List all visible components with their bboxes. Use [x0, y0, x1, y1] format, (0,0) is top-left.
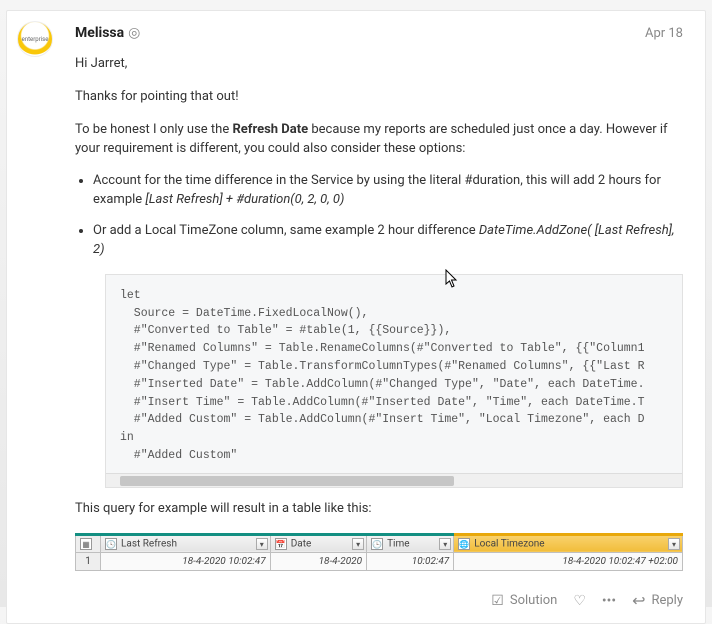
header-label: Date [291, 538, 312, 549]
row-number-cell: 1 [76, 552, 101, 570]
date-icon: 📅 [275, 538, 287, 550]
result-table: ▦ 🕓 Last Refresh ▾ 📅 Date ▾ 🕒 Time ▾ [75, 533, 683, 571]
text: Or add a Local TimeZone column, same exa… [93, 223, 479, 238]
author-name[interactable]: Melissa◎ [75, 25, 140, 41]
solution-button[interactable]: ☑ Solution [491, 593, 557, 608]
time-icon: 🕒 [371, 538, 383, 550]
dropdown-icon[interactable]: ▾ [668, 538, 680, 550]
post-date: Apr 18 [645, 26, 683, 41]
more-button[interactable]: ••• [602, 594, 616, 608]
intro-paragraph: To be honest I only use the Refresh Date… [75, 121, 683, 159]
row-number-header[interactable]: ▦ [76, 534, 101, 552]
column-header-last-refresh[interactable]: 🕓 Last Refresh ▾ [101, 534, 271, 552]
header-label: Time [387, 538, 409, 549]
thanks-line: Thanks for pointing that out! [75, 88, 683, 107]
verified-badge-icon: ◎ [128, 25, 140, 41]
globe-icon: 🌐 [458, 538, 470, 550]
table-icon: ▦ [80, 538, 92, 550]
table-row[interactable]: 1 18-4-2020 10:02:47 18-4-2020 10:02:47 … [76, 552, 683, 570]
action-label: Reply [651, 593, 683, 608]
column-header-local-timezone[interactable]: 🌐 Local Timezone ▾ [454, 534, 683, 552]
scroll-thumb[interactable] [120, 476, 454, 486]
bold-text: Refresh Date [232, 122, 308, 137]
list-item: Account for the time difference in the S… [93, 172, 683, 210]
list-item: Or add a Local TimeZone column, same exa… [93, 222, 683, 260]
text: To be honest I only use the [75, 122, 232, 137]
reply-button[interactable]: ↩ Reply [632, 593, 683, 609]
code-text: let Source = DateTime.FixedLocalNow(), #… [120, 289, 645, 462]
check-icon: ☑ [491, 594, 504, 608]
action-label: Solution [510, 593, 557, 608]
header-label: Last Refresh [121, 538, 177, 549]
reply-icon: ↩ [632, 593, 645, 609]
cell-last-refresh: 18-4-2020 10:02:47 [101, 552, 271, 570]
ellipsis-icon: ••• [602, 594, 616, 608]
post-header: Melissa◎ Apr 18 [75, 25, 683, 41]
table-lead-text: This query for example will result in a … [75, 500, 683, 519]
dropdown-icon[interactable]: ▾ [439, 538, 451, 550]
like-button[interactable]: ♡ [573, 594, 586, 608]
cell-local-timezone: 18-4-2020 10:02:47 +02:00 [454, 552, 683, 570]
column-header-date[interactable]: 📅 Date ▾ [270, 534, 366, 552]
cell-time: 10:02:47 [367, 552, 454, 570]
post-content: Hi Jarret, Thanks for pointing that out!… [75, 55, 683, 609]
greeting-line: Hi Jarret, [75, 55, 683, 74]
heart-icon: ♡ [573, 594, 586, 608]
code-inline: [Last Refresh] + #duration(0, 2, 0, 0) [145, 192, 344, 207]
datetime-icon: 🕓 [105, 538, 117, 550]
author-text: Melissa [75, 25, 124, 41]
header-label: Local Timezone [474, 538, 544, 549]
avatar[interactable]: enterprise EXPERT [17, 21, 53, 57]
dropdown-icon[interactable]: ▾ [352, 538, 364, 550]
column-header-time[interactable]: 🕒 Time ▾ [367, 534, 454, 552]
horizontal-scrollbar[interactable] [106, 473, 682, 487]
forum-post: enterprise EXPERT Melissa◎ Apr 18 Hi Jar… [6, 10, 706, 624]
post-actions: ☑ Solution ♡ ••• ↩ Reply [75, 589, 683, 609]
cell-date: 18-4-2020 [270, 552, 366, 570]
options-list: Account for the time difference in the S… [75, 172, 683, 259]
code-block[interactable]: let Source = DateTime.FixedLocalNow(), #… [105, 274, 683, 488]
dropdown-icon[interactable]: ▾ [256, 538, 268, 550]
